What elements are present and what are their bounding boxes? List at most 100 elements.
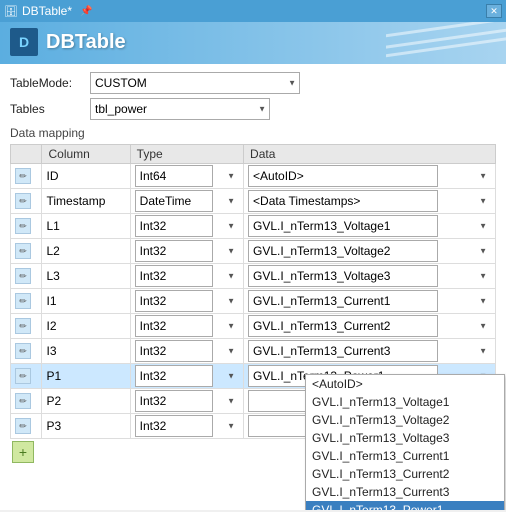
edit-icon[interactable]: ✏ [15, 343, 31, 359]
type-select[interactable]: Int32 [135, 340, 213, 362]
data-select[interactable]: GVL.I_nTerm13_Voltage1 [248, 215, 438, 237]
dropdown-item[interactable]: GVL.I_nTerm13_Voltage1 [306, 393, 504, 411]
title-bar-left: 🗄 DBTable* 📌 [4, 4, 92, 18]
edit-cell: ✏ [11, 239, 42, 264]
row-name: I3 [42, 339, 130, 364]
row-type: Int32 [130, 239, 243, 264]
title-bar: 🗄 DBTable* 📌 ✕ [0, 0, 506, 22]
dropdown-item[interactable]: GVL.I_nTerm13_Voltage3 [306, 429, 504, 447]
row-type: DateTime [130, 189, 243, 214]
edit-icon[interactable]: ✏ [15, 393, 31, 409]
row-data: <Data Timestamps> [244, 189, 496, 214]
section-title: Data mapping [10, 126, 496, 140]
content: TableMode: CUSTOM Tables tbl_power Data … [0, 64, 506, 510]
edit-icon[interactable]: ✏ [15, 168, 31, 184]
dropdown-item[interactable]: <AutoID> [306, 375, 504, 393]
row-type: Int32 [130, 339, 243, 364]
type-select[interactable]: Int32 [135, 365, 213, 387]
row-name: L2 [42, 239, 130, 264]
table-mode-select[interactable]: CUSTOM [90, 72, 300, 94]
row-name: ID [42, 164, 130, 189]
data-select[interactable]: <Data Timestamps> [248, 190, 438, 212]
dropdown-item[interactable]: GVL.I_nTerm13_Current1 [306, 447, 504, 465]
row-data: <AutoID> [244, 164, 496, 189]
type-select[interactable]: Int32 [135, 390, 213, 412]
type-select[interactable]: DateTime [135, 190, 213, 212]
edit-cell: ✏ [11, 414, 42, 439]
edit-cell: ✏ [11, 214, 42, 239]
row-name: P1 [42, 364, 130, 389]
edit-icon[interactable]: ✏ [15, 193, 31, 209]
data-select[interactable]: GVL.I_nTerm13_Voltage2 [248, 240, 438, 262]
data-select[interactable]: GVL.I_nTerm13_Current1 [248, 290, 438, 312]
type-select[interactable]: Int32 [135, 315, 213, 337]
row-name: L3 [42, 264, 130, 289]
title-bar-icon: 🗄 [4, 5, 18, 18]
dropdown-item[interactable]: GVL.I_nTerm13_Power1 [306, 501, 504, 510]
title-bar-title: DBTable* [22, 4, 72, 18]
row-type: Int32 [130, 414, 243, 439]
type-select[interactable]: Int32 [135, 415, 213, 437]
row-data: GVL.I_nTerm13_Current2 [244, 314, 496, 339]
row-data: GVL.I_nTerm13_Current1 [244, 289, 496, 314]
row-data: GVL.I_nTerm13_Voltage3 [244, 264, 496, 289]
type-select[interactable]: Int32 [135, 215, 213, 237]
edit-cell: ✏ [11, 164, 42, 189]
edit-cell: ✏ [11, 264, 42, 289]
table-mode-label: TableMode: [10, 76, 90, 90]
edit-cell: ✏ [11, 314, 42, 339]
table-mode-select-wrapper: CUSTOM [90, 72, 300, 94]
tables-row: Tables tbl_power [10, 98, 496, 120]
edit-icon[interactable]: ✏ [15, 268, 31, 284]
header-title: DBTable [46, 31, 126, 54]
type-select[interactable]: Int32 [135, 265, 213, 287]
data-select[interactable]: <AutoID> [248, 165, 438, 187]
type-select[interactable]: Int32 [135, 290, 213, 312]
edit-icon[interactable]: ✏ [15, 218, 31, 234]
header-icon: D [10, 28, 38, 56]
data-select[interactable]: GVL.I_nTerm13_Voltage3 [248, 265, 438, 287]
row-type: Int64 [130, 164, 243, 189]
row-data: GVL.I_nTerm13_Voltage1 [244, 214, 496, 239]
tables-select[interactable]: tbl_power [90, 98, 270, 120]
row-type: Int32 [130, 389, 243, 414]
row-name: I1 [42, 289, 130, 314]
edit-cell: ✏ [11, 364, 42, 389]
edit-icon[interactable]: ✏ [15, 318, 31, 334]
edit-cell: ✏ [11, 389, 42, 414]
plus-icon: + [19, 444, 27, 460]
row-type: Int32 [130, 289, 243, 314]
th-type: Type [130, 145, 243, 164]
edit-icon[interactable]: ✏ [15, 418, 31, 434]
edit-cell: ✏ [11, 289, 42, 314]
dropdown-item[interactable]: GVL.I_nTerm13_Current2 [306, 465, 504, 483]
row-name: Timestamp [42, 189, 130, 214]
data-dropdown[interactable]: <AutoID>GVL.I_nTerm13_Voltage1GVL.I_nTer… [305, 374, 505, 510]
row-type: Int32 [130, 364, 243, 389]
header: D DBTable [0, 22, 506, 64]
data-select[interactable]: GVL.I_nTerm13_Current2 [248, 315, 438, 337]
th-edit [11, 145, 42, 164]
row-data: GVL.I_nTerm13_Current3 [244, 339, 496, 364]
title-bar-controls: ✕ [486, 4, 502, 18]
edit-icon[interactable]: ✏ [15, 368, 31, 384]
th-data: Data [244, 145, 496, 164]
edit-icon[interactable]: ✏ [15, 293, 31, 309]
close-button[interactable]: ✕ [486, 4, 502, 18]
dropdown-item[interactable]: GVL.I_nTerm13_Current3 [306, 483, 504, 501]
row-type: Int32 [130, 214, 243, 239]
edit-cell: ✏ [11, 339, 42, 364]
row-type: Int32 [130, 264, 243, 289]
row-name: L1 [42, 214, 130, 239]
row-name: P2 [42, 389, 130, 414]
data-select[interactable]: GVL.I_nTerm13_Current3 [248, 340, 438, 362]
edit-icon[interactable]: ✏ [15, 243, 31, 259]
add-row-button[interactable]: + [12, 441, 34, 463]
edit-cell: ✏ [11, 189, 42, 214]
row-name: I2 [42, 314, 130, 339]
type-select[interactable]: Int32 [135, 240, 213, 262]
type-select[interactable]: Int64 [135, 165, 213, 187]
tables-select-wrapper: tbl_power [90, 98, 270, 120]
pin-icon: 📌 [80, 6, 92, 17]
dropdown-item[interactable]: GVL.I_nTerm13_Voltage2 [306, 411, 504, 429]
